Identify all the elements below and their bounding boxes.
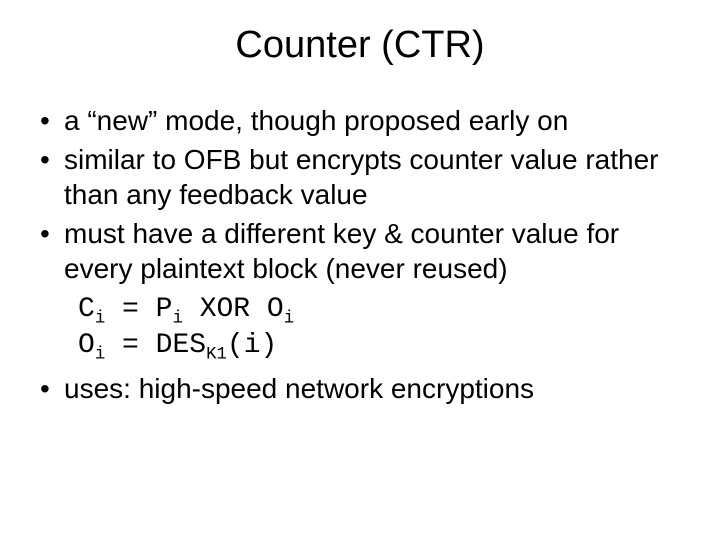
list-item: uses: high-speed network encryptions <box>36 371 690 406</box>
subscript: K1 <box>206 346 227 365</box>
var: O <box>78 330 95 361</box>
bullet-text: must have a different key & counter valu… <box>64 218 619 284</box>
subscript: i <box>172 310 182 329</box>
bullet-text: a “new” mode, though proposed early on <box>64 105 568 136</box>
op: = <box>105 294 155 325</box>
slide: Counter (CTR) a “new” mode, though propo… <box>0 0 720 540</box>
var: C <box>78 294 95 325</box>
op: = <box>105 330 155 361</box>
fn: DES <box>156 330 206 361</box>
formula-line: Oi = DESK1(i) <box>78 328 690 364</box>
bullet-list: a “new” mode, though proposed early on s… <box>36 103 690 286</box>
formula-line: Ci = Pi XOR Oi <box>78 292 690 328</box>
subscript: i <box>95 310 105 329</box>
var: P <box>156 294 173 325</box>
var: O <box>267 294 284 325</box>
op: XOR <box>183 294 267 325</box>
bullet-list: uses: high-speed network encryptions <box>36 371 690 406</box>
list-item: must have a different key & counter valu… <box>36 216 690 286</box>
arg: (i) <box>227 330 277 361</box>
subscript: i <box>95 346 105 365</box>
subscript: i <box>284 310 294 329</box>
list-item: similar to OFB but encrypts counter valu… <box>36 142 690 212</box>
formula-block: Ci = Pi XOR Oi Oi = DESK1(i) <box>78 292 690 365</box>
bullet-text: similar to OFB but encrypts counter valu… <box>64 144 658 210</box>
slide-title: Counter (CTR) <box>30 24 690 67</box>
list-item: a “new” mode, though proposed early on <box>36 103 690 138</box>
bullet-text: uses: high-speed network encryptions <box>64 373 534 404</box>
